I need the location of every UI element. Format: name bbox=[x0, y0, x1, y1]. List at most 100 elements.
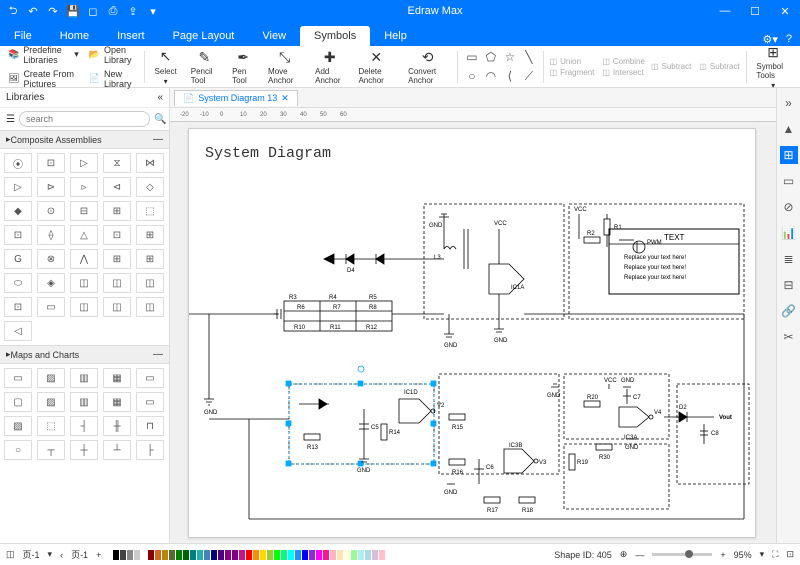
undo-icon[interactable]: ↶ bbox=[26, 4, 40, 18]
open-library-button[interactable]: 📂Open Library bbox=[87, 44, 138, 66]
svg-text:C6: C6 bbox=[486, 465, 494, 471]
svg-text:GND: GND bbox=[444, 490, 458, 496]
shape-picker[interactable]: ▭⬠☆╲ ○◠⟨⟋ bbox=[464, 49, 537, 84]
svg-text:IC3B: IC3B bbox=[509, 443, 522, 449]
pencil-tool[interactable]: ✎Pencil Tool bbox=[187, 48, 222, 85]
menu-help[interactable]: Help bbox=[370, 26, 421, 46]
svg-text:R15: R15 bbox=[452, 425, 464, 431]
svg-text:D4: D4 bbox=[347, 268, 355, 274]
eyedropper-icon[interactable]: ⊘ bbox=[780, 198, 798, 216]
svg-text:0: 0 bbox=[220, 112, 224, 118]
page-1[interactable]: 页-1 bbox=[23, 548, 40, 561]
target-icon[interactable]: ⊕ bbox=[620, 549, 628, 560]
zoom-in-icon[interactable]: + bbox=[720, 550, 725, 560]
svg-text:R2: R2 bbox=[587, 231, 595, 237]
predefine-libraries-button[interactable]: 📚Predefine Libraries ▾ bbox=[6, 44, 81, 66]
close-button[interactable]: ✕ bbox=[770, 0, 800, 22]
cat-maps[interactable]: Maps and Charts bbox=[11, 350, 80, 360]
app-title: Edraw Max bbox=[160, 5, 710, 17]
svg-text:R18: R18 bbox=[522, 508, 534, 514]
svg-text:R8: R8 bbox=[369, 305, 377, 311]
svg-text:Vout: Vout bbox=[719, 415, 732, 421]
new-library-button[interactable]: 📄New Library bbox=[87, 68, 138, 90]
maximize-button[interactable]: ☐ bbox=[740, 0, 770, 22]
minimize-button[interactable]: — bbox=[710, 0, 740, 22]
svg-text:C8: C8 bbox=[711, 431, 719, 437]
svg-text:R16: R16 bbox=[452, 470, 464, 476]
svg-text:R1: R1 bbox=[614, 225, 622, 231]
select-tool[interactable]: ↖Select▾ bbox=[151, 48, 181, 86]
document-tab[interactable]: 📄 System Diagram 13 ✕ bbox=[174, 90, 298, 106]
circuit-diagram[interactable]: GND R3R4R5 R6R7R8 R10R11R12 D4 bbox=[189, 129, 757, 539]
composite-symbols[interactable]: ⦿⊡▷⧖⋈ ▷⊳▹⊲◇ ◆⊙⊟⊞⬚ ⊡⟠△⊡⊞ G⊗⋀⊞⊞ ⬭◈◫◫◫ ⊡▭◫◫… bbox=[0, 149, 169, 345]
svg-text:R12: R12 bbox=[366, 325, 378, 331]
zoom-slider[interactable] bbox=[652, 553, 712, 556]
menu-symbols[interactable]: Symbols bbox=[300, 26, 370, 46]
svg-text:30: 30 bbox=[280, 112, 287, 118]
search-icon[interactable]: 🔍 bbox=[154, 114, 166, 125]
print-icon[interactable]: ⎙ bbox=[106, 4, 120, 18]
export-icon[interactable]: ⇪ bbox=[126, 4, 140, 18]
svg-text:60: 60 bbox=[340, 112, 347, 118]
page-nav-icon[interactable]: ◫ bbox=[6, 549, 15, 560]
maps-symbols[interactable]: ▭▨▥▦▭ ▢▨▥▦▭ ▨⬚┤╫⊓ ○┬┼┴├ bbox=[0, 364, 169, 464]
create-from-pictures-button[interactable]: 🖼Create From Pictures bbox=[6, 68, 81, 90]
collapse-sidebar-icon[interactable]: « bbox=[157, 92, 163, 103]
svg-text:GND: GND bbox=[429, 223, 443, 229]
more-icon[interactable]: ▾ bbox=[146, 4, 160, 18]
svg-text:GND: GND bbox=[204, 410, 218, 416]
svg-text:TEXT: TEXT bbox=[664, 233, 685, 242]
svg-text:R5: R5 bbox=[369, 295, 377, 301]
link-icon[interactable]: 🔗 bbox=[780, 302, 798, 320]
save-icon[interactable]: 💾 bbox=[66, 4, 80, 18]
svg-text:Replace your text here!: Replace your text here! bbox=[624, 265, 686, 271]
svg-text:R6: R6 bbox=[297, 305, 305, 311]
menu-view[interactable]: View bbox=[248, 26, 300, 46]
svg-text:40: 40 bbox=[300, 112, 307, 118]
page-2[interactable]: 页-1 bbox=[71, 548, 88, 561]
align-icon[interactable]: ⊟ bbox=[780, 276, 798, 294]
svg-text:Replace your text here!: Replace your text here! bbox=[624, 255, 686, 261]
svg-text:L3: L3 bbox=[434, 255, 441, 261]
delete-anchor-tool[interactable]: ✕Delete Anchor bbox=[354, 48, 398, 85]
crop-icon[interactable]: ✂ bbox=[780, 328, 798, 346]
layers-icon[interactable]: ≣ bbox=[780, 250, 798, 268]
add-anchor-tool[interactable]: ✚Add Anchor bbox=[311, 48, 348, 85]
menu-page-layout[interactable]: Page Layout bbox=[159, 26, 249, 46]
svg-text:R14: R14 bbox=[389, 430, 401, 436]
close-tab-icon[interactable]: ✕ bbox=[281, 93, 289, 104]
canvas[interactable]: System Diagram bbox=[170, 122, 776, 543]
horizontal-ruler: -20-100 102030 405060 bbox=[170, 108, 776, 122]
move-anchor-tool[interactable]: ⤡Move Anchor bbox=[264, 48, 305, 85]
svg-text:R13: R13 bbox=[307, 445, 319, 451]
add-page-icon[interactable]: + bbox=[96, 550, 101, 560]
svg-text:V4: V4 bbox=[654, 410, 662, 416]
search-hamburger-icon[interactable]: ☰ bbox=[6, 114, 15, 125]
pen-tool[interactable]: ✒Pen Tool bbox=[228, 48, 258, 85]
svg-text:D2: D2 bbox=[679, 405, 687, 411]
cat-composite[interactable]: Composite Assemblies bbox=[11, 135, 102, 145]
zoom-out-icon[interactable]: — bbox=[635, 550, 644, 560]
pointer-icon[interactable]: ▲ bbox=[780, 120, 798, 138]
svg-text:C7: C7 bbox=[633, 395, 641, 401]
search-input[interactable] bbox=[19, 111, 150, 127]
svg-text:VCC: VCC bbox=[574, 207, 587, 213]
svg-text:R17: R17 bbox=[487, 508, 499, 514]
convert-anchor-tool[interactable]: ⟲Convert Anchor bbox=[404, 48, 451, 85]
svg-text:GND: GND bbox=[444, 343, 458, 349]
fit-icon[interactable]: ⛶ bbox=[772, 549, 778, 560]
shape-icon[interactable]: ▭ bbox=[780, 172, 798, 190]
symbol-tools[interactable]: ⊞Symbol Tools▾ bbox=[752, 43, 794, 90]
grid-icon[interactable]: ⊞ bbox=[780, 146, 798, 164]
chart-icon[interactable]: 📊 bbox=[780, 224, 798, 242]
new-icon[interactable]: ◻ bbox=[86, 4, 100, 18]
svg-text:R19: R19 bbox=[577, 460, 589, 466]
svg-text:GND: GND bbox=[547, 393, 561, 399]
fullscreen-icon[interactable]: ⊡ bbox=[786, 549, 794, 560]
expand-icon[interactable]: » bbox=[780, 94, 798, 112]
redo-icon[interactable]: ↷ bbox=[46, 4, 60, 18]
minimize-cat-icon[interactable]: — bbox=[153, 134, 163, 145]
app-logo-icon: ⮌ bbox=[6, 4, 20, 18]
color-palette[interactable] bbox=[113, 550, 385, 560]
svg-text:50: 50 bbox=[320, 112, 327, 118]
